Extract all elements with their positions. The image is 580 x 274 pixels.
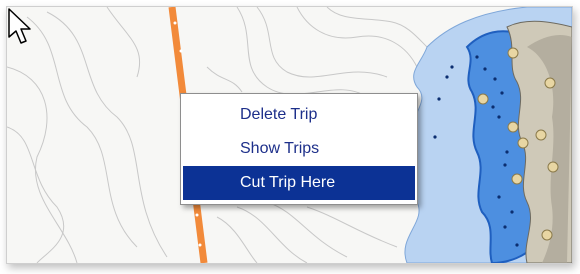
context-menu: Delete Trip Show Trips Cut Trip Here xyxy=(180,93,418,205)
menu-item-delete-trip[interactable]: Delete Trip xyxy=(181,98,417,132)
map-view[interactable]: Delete Trip Show Trips Cut Trip Here xyxy=(6,6,573,264)
arrow-pointer-icon xyxy=(8,8,31,44)
menu-item-show-trips[interactable]: Show Trips xyxy=(181,132,417,166)
menu-item-cut-trip-here[interactable]: Cut Trip Here xyxy=(183,166,415,200)
